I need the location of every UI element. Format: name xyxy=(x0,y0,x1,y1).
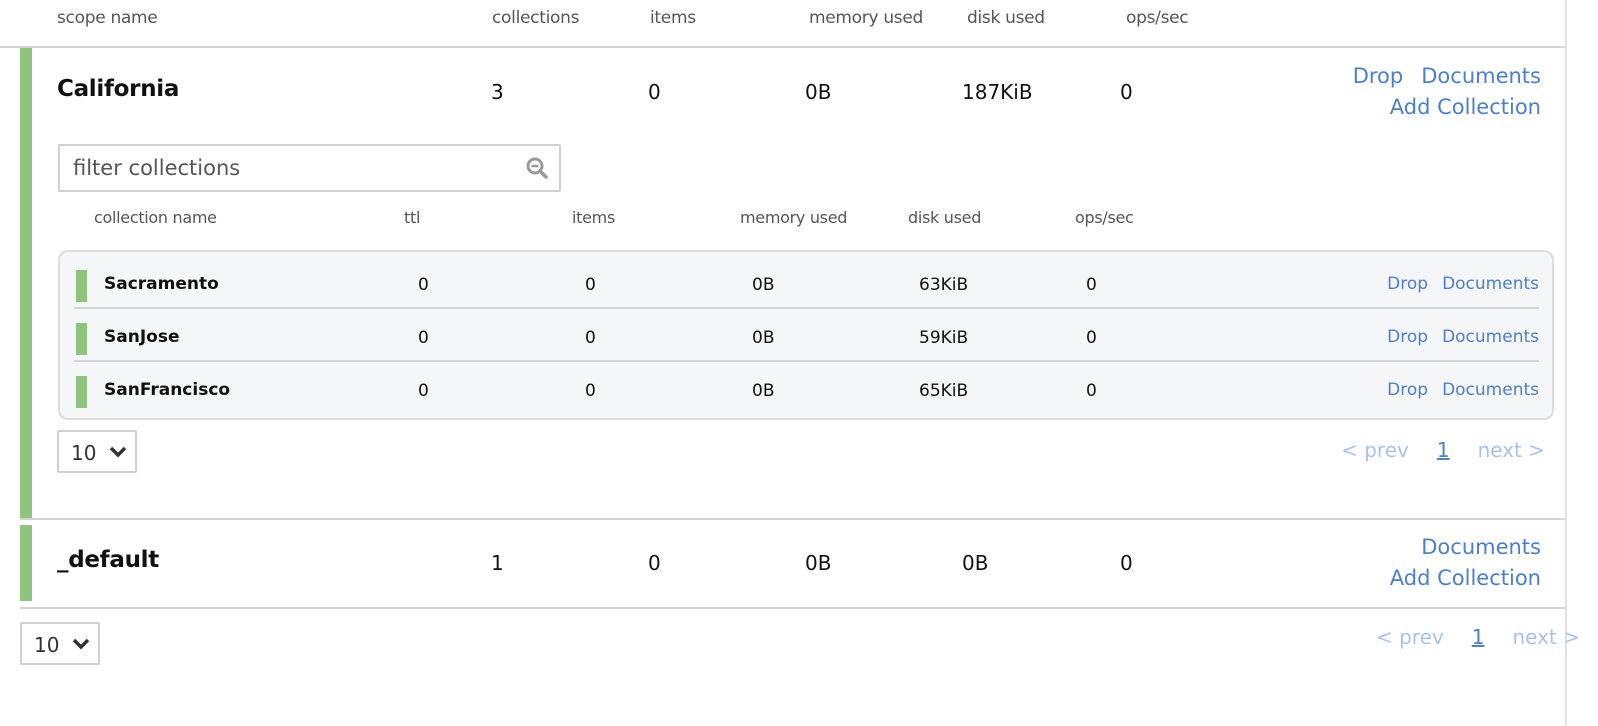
scope-memory-used: 0B xyxy=(805,80,832,104)
header-memory-used[interactable]: memory used xyxy=(740,208,847,227)
page-size-value: 10 xyxy=(71,441,97,465)
collection-ops-sec: 0 xyxy=(1086,381,1097,401)
collection-ops-sec: 0 xyxy=(1086,275,1097,295)
scope-status-bar xyxy=(20,48,32,518)
next-page-link[interactable]: next > xyxy=(1512,625,1579,649)
header-disk-used[interactable]: disk used xyxy=(967,8,1045,28)
scope-name[interactable]: _default xyxy=(57,547,159,573)
scope-actions: Drop Documents Add Collection xyxy=(1335,61,1541,123)
scope-row-default: _default 1 0 0B 0B 0 Documents Add Colle… xyxy=(20,525,1565,609)
collection-name: SanJose xyxy=(104,327,180,347)
scope-memory-used: 0B xyxy=(805,551,832,575)
collection-ttl: 0 xyxy=(418,381,429,401)
collection-name: Sacramento xyxy=(104,274,219,294)
page-1-link[interactable]: 1 xyxy=(1437,438,1450,462)
header-items[interactable]: items xyxy=(572,208,615,227)
collection-disk-used: 63KiB xyxy=(919,275,969,295)
header-scope-name[interactable]: scope name xyxy=(57,8,158,28)
chevron-down-icon xyxy=(109,446,127,458)
scope-disk-used: 0B xyxy=(962,551,989,575)
scope-items: 0 xyxy=(648,80,661,104)
collection-disk-used: 59KiB xyxy=(919,328,969,348)
collection-ops-sec: 0 xyxy=(1086,328,1097,348)
collection-items: 0 xyxy=(585,275,596,295)
collection-row: SanFrancisco 0 0 0B 65KiB 0 Drop Document… xyxy=(74,362,1539,415)
scope-table-header: scope name collections items memory used… xyxy=(0,0,1565,48)
documents-link[interactable]: Documents xyxy=(1421,535,1541,559)
collection-memory-used: 0B xyxy=(752,328,775,348)
page-size-value: 10 xyxy=(34,633,60,657)
collection-memory-used: 0B xyxy=(752,275,775,295)
documents-link[interactable]: Documents xyxy=(1442,380,1539,400)
collection-status-bar xyxy=(76,323,87,355)
collection-ttl: 0 xyxy=(418,328,429,348)
collection-items: 0 xyxy=(585,381,596,401)
filter-collections-field xyxy=(58,144,561,192)
header-memory-used[interactable]: memory used xyxy=(809,8,923,28)
drop-collection-link[interactable]: Drop xyxy=(1387,274,1428,294)
collection-memory-used: 0B xyxy=(752,381,775,401)
add-collection-link[interactable]: Add Collection xyxy=(1390,566,1541,590)
collections-page-size-select[interactable]: 10 xyxy=(57,430,137,473)
filter-collections-input[interactable] xyxy=(60,146,500,190)
header-ops-sec[interactable]: ops/sec xyxy=(1075,208,1134,227)
collection-row: Sacramento 0 0 0B 63KiB 0 Drop Documents xyxy=(74,256,1539,309)
header-ttl[interactable]: ttl xyxy=(404,208,420,227)
scope-ops-sec: 0 xyxy=(1120,80,1133,104)
collection-row: SanJose 0 0 0B 59KiB 0 Drop Documents xyxy=(74,309,1539,362)
documents-link[interactable]: Documents xyxy=(1421,64,1541,88)
scope-disk-used: 187KiB xyxy=(962,80,1033,104)
scope-status-bar xyxy=(20,525,32,601)
documents-link[interactable]: Documents xyxy=(1442,274,1539,294)
collection-status-bar xyxy=(76,376,87,408)
collection-actions: Drop Documents xyxy=(1373,274,1539,294)
collection-items: 0 xyxy=(585,328,596,348)
header-disk-used[interactable]: disk used xyxy=(908,208,981,227)
prev-page-link[interactable]: < prev xyxy=(1376,625,1444,649)
header-collection-name[interactable]: collection name xyxy=(94,208,217,227)
prev-page-link[interactable]: < prev xyxy=(1341,438,1409,462)
collection-actions: Drop Documents xyxy=(1373,327,1539,347)
scope-name[interactable]: California xyxy=(57,76,179,102)
collection-table-header: collection name ttl items memory used di… xyxy=(20,208,1565,232)
drop-scope-link[interactable]: Drop xyxy=(1353,64,1404,88)
collection-actions: Drop Documents xyxy=(1373,380,1539,400)
page-1-link[interactable]: 1 xyxy=(1472,625,1485,649)
collections-pagination: < prev 1 next > xyxy=(1341,438,1545,462)
scope-collections-count: 1 xyxy=(491,551,504,575)
documents-link[interactable]: Documents xyxy=(1442,327,1539,347)
scopes-page-size-select[interactable]: 10 xyxy=(20,622,100,665)
scope-ops-sec: 0 xyxy=(1120,551,1133,575)
scopes-pagination: < prev 1 next > xyxy=(1376,625,1580,649)
drop-collection-link[interactable]: Drop xyxy=(1387,380,1428,400)
header-items[interactable]: items xyxy=(650,8,696,28)
header-ops-sec[interactable]: ops/sec xyxy=(1126,8,1189,28)
scrollbar-divider xyxy=(1565,0,1567,726)
next-page-link[interactable]: next > xyxy=(1478,438,1545,462)
search-icon[interactable] xyxy=(525,156,549,180)
scope-actions: Documents Add Collection xyxy=(1372,532,1541,594)
scope-row-california: California 3 0 0B 187KiB 0 Drop Documents… xyxy=(20,48,1565,520)
scope-collections-count: 3 xyxy=(491,80,504,104)
collection-disk-used: 65KiB xyxy=(919,381,969,401)
drop-collection-link[interactable]: Drop xyxy=(1387,327,1428,347)
add-collection-link[interactable]: Add Collection xyxy=(1390,95,1541,119)
header-collections[interactable]: collections xyxy=(492,8,579,28)
collections-list: Sacramento 0 0 0B 63KiB 0 Drop Documents … xyxy=(58,250,1554,420)
collection-name: SanFrancisco xyxy=(104,380,231,400)
collection-ttl: 0 xyxy=(418,275,429,295)
scope-items: 0 xyxy=(648,551,661,575)
collection-status-bar xyxy=(76,270,87,302)
chevron-down-icon xyxy=(72,638,90,650)
